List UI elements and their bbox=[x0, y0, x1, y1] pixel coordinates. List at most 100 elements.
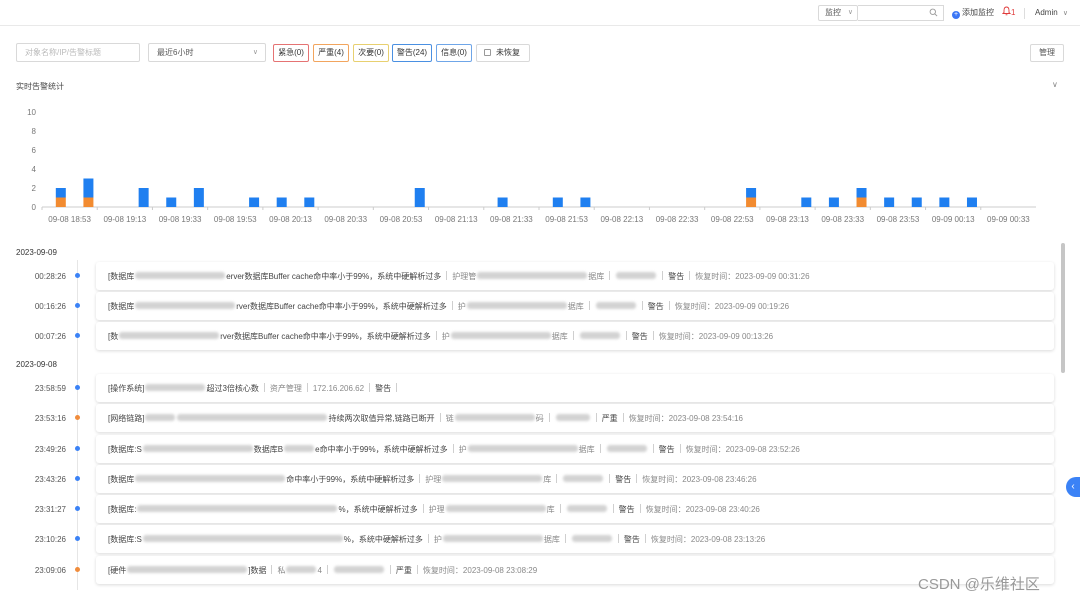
alert-card[interactable]: [数 rver数据库Buffer cache命中率小于99%，系统中硬解析过多 护 据… bbox=[96, 322, 1054, 350]
redacted-text bbox=[286, 566, 317, 573]
header-search-input[interactable] bbox=[858, 5, 944, 21]
field-separator bbox=[689, 271, 691, 280]
alert-level: 警告 bbox=[618, 505, 635, 514]
notification-count: 1 bbox=[1011, 8, 1016, 17]
alert-group: 护 bbox=[458, 445, 467, 454]
module-select[interactable]: 监控 ∨ bbox=[818, 5, 858, 21]
time-range-value: 最近6小时 bbox=[157, 48, 194, 57]
alert-time: 23:53:16 bbox=[34, 414, 66, 423]
alert-time: 23:31:27 bbox=[34, 505, 66, 514]
alert-host: 据库 bbox=[567, 302, 584, 311]
x-tick-label: 09-08 18:53 bbox=[48, 215, 91, 224]
x-tick-label: 09-08 22:53 bbox=[711, 215, 754, 224]
redacted-text bbox=[595, 302, 636, 309]
y-tick-label: 6 bbox=[32, 146, 37, 155]
bar-severe bbox=[83, 197, 94, 207]
alert-card[interactable]: [硬件]数据 私 4 严重 恢复时间：2023-09-08 23:08:29 bbox=[96, 556, 1054, 584]
alert-recover-time: 恢复时间：2023-09-08 23:46:26 bbox=[642, 475, 757, 484]
x-tick-label: 09-09 00:13 bbox=[932, 215, 975, 224]
filter-tag-critical[interactable]: 紧急(0) bbox=[273, 44, 309, 62]
filter-tag-severe[interactable]: 严重(4) bbox=[313, 44, 349, 62]
alert-row[interactable]: 23:58:59 [操作系统] 超过3倍核心数 资产管理 172.16.206.62 警告 bbox=[0, 374, 1062, 402]
alert-card[interactable]: [数据库: %，系统中硬解析过多 护理 库 警告 恢复时间：2023-09-08 23:4… bbox=[96, 495, 1054, 523]
y-tick-label: 2 bbox=[32, 184, 37, 193]
header-divider bbox=[1024, 8, 1025, 19]
filter-tag-minor[interactable]: 次要(0) bbox=[353, 44, 389, 62]
alert-search-placeholder: 对象名称/IP/告警标题 bbox=[25, 48, 102, 57]
user-menu[interactable]: Admin ∨ bbox=[1035, 7, 1068, 20]
unrecovered-checkbox[interactable]: 未恢复 bbox=[476, 44, 530, 62]
alert-card[interactable]: [操作系统] 超过3倍核心数 资产管理 172.16.206.62 警告 bbox=[96, 374, 1054, 402]
alert-host: 据库 bbox=[588, 272, 605, 281]
alert-row[interactable]: 23:53:16 [网络链路] 持续两次取值异常,链路已断开 链 码 严重 恢复时间：202… bbox=[0, 404, 1062, 432]
alert-card[interactable]: [数据库 erver数据库Buffer cache命中率小于99%，系统中硬解析过… bbox=[96, 262, 1054, 290]
field-separator bbox=[679, 444, 681, 453]
alert-level: 警告 bbox=[668, 272, 685, 281]
filter-tag-info[interactable]: 信息(0) bbox=[436, 44, 472, 62]
alert-title-prefix: [数 bbox=[108, 332, 119, 341]
watermark: CSDN @乐维社区 bbox=[918, 576, 1040, 593]
alert-search-input[interactable]: 对象名称/IP/告警标题 bbox=[16, 43, 140, 62]
alert-card[interactable]: [网络链路] 持续两次取值异常,链路已断开 链 码 严重 恢复时间：2023-09-08 … bbox=[96, 404, 1054, 432]
expand-panel-button[interactable]: ‹ bbox=[1066, 477, 1080, 497]
alert-row[interactable]: 23:10:26 [数据库:S %，系统中硬解析过多 护 据库 警告 恢复时间：2023-0… bbox=[0, 525, 1062, 553]
add-monitor-button[interactable]: + 添加监控 bbox=[952, 7, 994, 19]
day-label: 2023-09-08 bbox=[16, 360, 57, 369]
alert-card[interactable]: [数据库:S %，系统中硬解析过多 护 据库 警告 恢复时间：2023-09-08 23:… bbox=[96, 525, 1054, 553]
alert-row[interactable]: 23:49:26 [数据库:S 数据库B e命中率小于99%，系统中硬解析过多 护 据库 警… bbox=[0, 435, 1062, 463]
alert-host: 据库 bbox=[543, 535, 560, 544]
field-separator bbox=[435, 331, 437, 340]
alert-recover-time: 恢复时间：2023-09-08 23:52:26 bbox=[685, 445, 800, 454]
alert-card[interactable]: [数据库 rver数据库Buffer cache命中率小于99%，系统中硬解析过多… bbox=[96, 292, 1054, 320]
bell-icon bbox=[1001, 6, 1012, 16]
alert-level: 警告 bbox=[375, 384, 392, 393]
alert-level: 严重 bbox=[601, 414, 618, 423]
collapse-chevron-icon[interactable]: ∨ bbox=[1052, 80, 1058, 89]
timeline-dot bbox=[75, 446, 80, 451]
x-tick-label: 09-08 19:33 bbox=[159, 215, 202, 224]
alert-row[interactable]: 23:43:26 [数据库 命中率小于99%，系统中硬解析过多 护理 库 警告 恢复时间：2… bbox=[0, 465, 1062, 493]
redacted-text bbox=[142, 445, 253, 452]
alert-card[interactable]: [数据库 命中率小于99%，系统中硬解析过多 护理 库 警告 恢复时间：2023-09-0… bbox=[96, 465, 1054, 493]
alert-recover-time: 恢复时间：2023-09-08 23:13:26 bbox=[650, 535, 766, 544]
bar-warning bbox=[414, 188, 425, 207]
bar-severe bbox=[746, 197, 757, 207]
redacted-text bbox=[135, 302, 236, 309]
x-tick-label: 09-08 22:33 bbox=[656, 215, 699, 224]
alert-title: 持续两次取值异常,链路已断开 bbox=[328, 414, 435, 423]
bar-warning bbox=[304, 197, 315, 207]
field-separator bbox=[326, 565, 328, 574]
alert-row[interactable]: 23:31:27 [数据库: %，系统中硬解析过多 护理 库 警告 恢复时间：2023-09… bbox=[0, 495, 1062, 523]
alert-row[interactable]: 00:16:26 [数据库 rver数据库Buffer cache命中率小于99%，… bbox=[0, 292, 1062, 320]
x-tick-label: 09-08 21:33 bbox=[490, 215, 533, 224]
bar-warning bbox=[55, 188, 66, 198]
alert-card[interactable]: [数据库:S 数据库B e命中率小于99%，系统中硬解析过多 护 据库 警告 恢复时间：20… bbox=[96, 435, 1054, 463]
top-bar: 监控 ∨ + 添加监控 1 Admin ∨ bbox=[0, 0, 1080, 26]
alert-row[interactable]: 00:07:26 [数 rver数据库Buffer cache命中率小于99%，系统… bbox=[0, 322, 1062, 350]
notification-button[interactable]: 1 bbox=[1001, 6, 1016, 19]
alert-level: 严重 bbox=[395, 566, 412, 575]
redacted-text bbox=[616, 272, 657, 279]
redacted-text bbox=[142, 535, 343, 542]
redacted-text bbox=[135, 475, 286, 482]
search-icon[interactable] bbox=[929, 8, 938, 17]
x-tick-label: 09-08 20:33 bbox=[324, 215, 367, 224]
x-tick-label: 09-08 23:33 bbox=[821, 215, 864, 224]
alert-row[interactable]: 00:28:26 [数据库 erver数据库Buffer cache命中率小于99%… bbox=[0, 262, 1062, 290]
time-range-select[interactable]: 最近6小时 ∨ bbox=[148, 43, 266, 62]
filter-tag-warning[interactable]: 警告(24) bbox=[392, 44, 432, 62]
alert-host: 库 bbox=[546, 505, 555, 514]
x-tick-label: 09-08 19:13 bbox=[103, 215, 146, 224]
manage-button[interactable]: 管理 bbox=[1030, 44, 1064, 62]
plus-icon: + bbox=[952, 11, 960, 19]
alert-row[interactable]: 23:09:06 [硬件]数据 私 4 严重 恢复时间：2023-09-08 23:08:… bbox=[0, 556, 1062, 584]
y-tick-label: 0 bbox=[32, 203, 37, 212]
field-separator bbox=[422, 504, 424, 513]
field-separator bbox=[609, 271, 611, 280]
scrollbar[interactable] bbox=[1061, 243, 1065, 373]
alert-title: 数据库B bbox=[253, 445, 284, 454]
redacted-text bbox=[119, 332, 220, 339]
bar-warning bbox=[138, 188, 149, 207]
chevron-down-icon: ∨ bbox=[252, 49, 258, 56]
bar-warning bbox=[580, 197, 591, 207]
